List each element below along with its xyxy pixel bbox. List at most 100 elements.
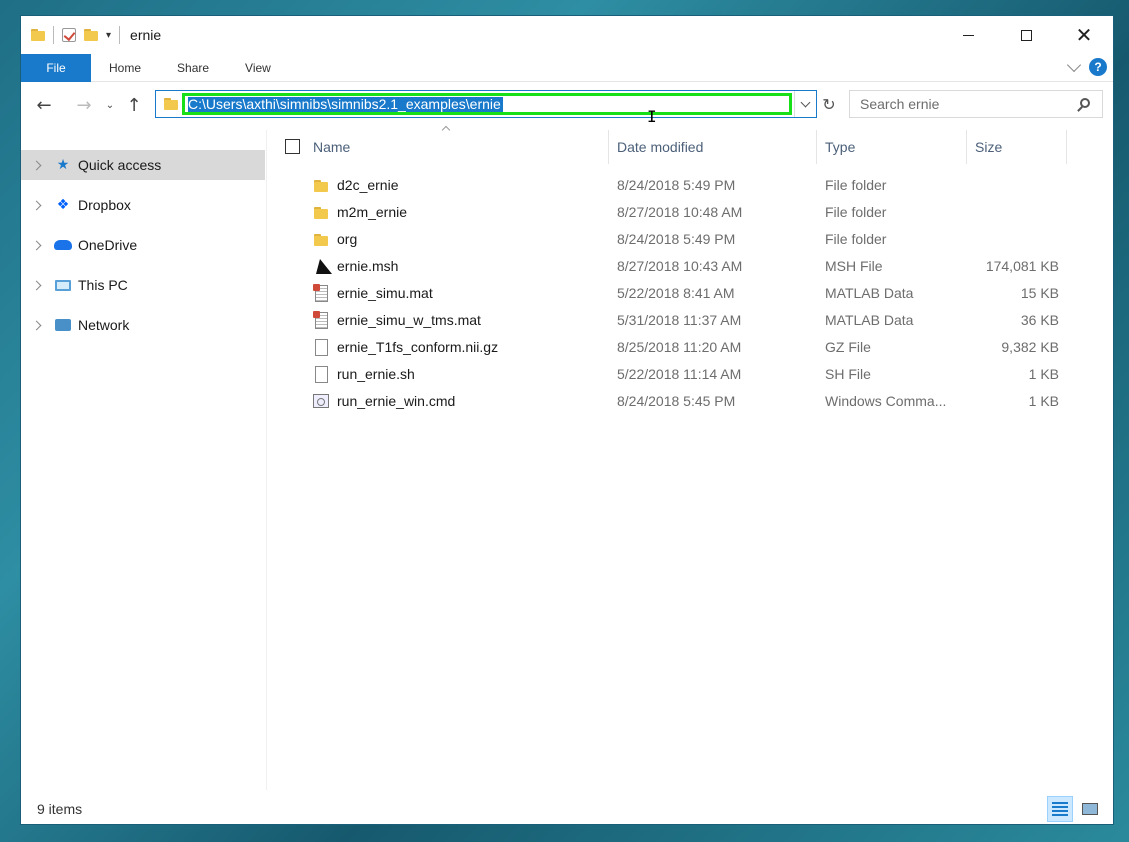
file-type: Windows Comma... bbox=[825, 393, 947, 409]
search-box[interactable] bbox=[849, 90, 1103, 118]
nav-item-network[interactable]: Network bbox=[21, 310, 266, 340]
column-header-size[interactable]: Size bbox=[967, 130, 1067, 164]
file-type: File folder bbox=[825, 204, 887, 220]
column-header-date-modified[interactable]: Date modified bbox=[609, 130, 817, 164]
file-row[interactable]: ernie_simu.mat 5/22/2018 8:41 AM MATLAB … bbox=[277, 280, 1107, 307]
navigation-bar: ← → ⌄ ↑ C:\Users\axthi\simnibs\simnibs2.… bbox=[21, 88, 1113, 122]
file-size: 36 KB bbox=[1020, 312, 1059, 328]
window-title: ernie bbox=[130, 27, 162, 43]
file-name: ernie_simu.mat bbox=[337, 285, 433, 301]
file-type: File folder bbox=[825, 231, 887, 247]
search-input[interactable] bbox=[860, 96, 1070, 112]
file-row[interactable]: run_ernie.sh 5/22/2018 11:14 AM SH File … bbox=[277, 361, 1107, 388]
window-controls: ✕ bbox=[939, 16, 1113, 54]
file-type: GZ File bbox=[825, 339, 871, 355]
expand-chevron-icon[interactable] bbox=[31, 320, 42, 330]
dropbox-icon: ❖ bbox=[56, 197, 70, 213]
nav-item-this-pc[interactable]: This PC bbox=[21, 270, 266, 300]
chevron-down-icon bbox=[800, 97, 811, 107]
help-icon[interactable]: ? bbox=[1089, 58, 1107, 76]
address-dropdown-button[interactable] bbox=[794, 91, 816, 117]
matlab-file-icon bbox=[313, 284, 328, 302]
file-name: run_ernie_win.cmd bbox=[337, 393, 456, 409]
file-row[interactable]: run_ernie_win.cmd 8/24/2018 5:45 PM Wind… bbox=[277, 388, 1107, 415]
file-date: 8/24/2018 5:49 PM bbox=[617, 177, 736, 193]
nav-item-quick-access[interactable]: ★ Quick access bbox=[21, 150, 265, 180]
file-date: 5/22/2018 11:14 AM bbox=[617, 366, 742, 382]
minimize-button[interactable] bbox=[939, 16, 997, 54]
customize-dropdown-icon[interactable]: ▾ bbox=[106, 30, 111, 41]
nav-item-label: Quick access bbox=[78, 157, 162, 173]
select-all-checkbox[interactable] bbox=[285, 139, 300, 154]
up-arrow-icon: ↑ bbox=[126, 94, 142, 116]
file-row[interactable]: m2m_ernie 8/27/2018 10:48 AM File folder bbox=[277, 199, 1107, 226]
tab-share[interactable]: Share bbox=[159, 61, 227, 75]
file-row[interactable]: ernie.msh 8/27/2018 10:43 AM MSH File 17… bbox=[277, 253, 1107, 280]
file-row[interactable]: d2c_ernie 8/24/2018 5:49 PM File folder bbox=[277, 172, 1107, 199]
network-icon bbox=[55, 319, 71, 331]
tab-home[interactable]: Home bbox=[91, 61, 159, 75]
file-size: 15 KB bbox=[1020, 285, 1059, 301]
file-date: 8/27/2018 10:43 AM bbox=[617, 258, 743, 274]
star-icon: ★ bbox=[56, 157, 70, 173]
nav-item-onedrive[interactable]: OneDrive bbox=[21, 230, 266, 260]
onedrive-icon-wrap bbox=[54, 237, 72, 253]
expand-ribbon-icon[interactable] bbox=[1066, 57, 1082, 73]
file-row[interactable]: org 8/24/2018 5:49 PM File folder bbox=[277, 226, 1107, 253]
file-name: run_ernie.sh bbox=[337, 366, 415, 382]
tab-file[interactable]: File bbox=[21, 53, 91, 82]
file-name: ernie_simu_w_tms.mat bbox=[337, 312, 481, 328]
file-size: 9,382 KB bbox=[1001, 339, 1059, 355]
file-date: 5/31/2018 11:37 AM bbox=[617, 312, 742, 328]
expand-chevron-icon[interactable] bbox=[31, 280, 42, 290]
expand-chevron-icon[interactable] bbox=[31, 200, 42, 210]
forward-button[interactable]: → bbox=[71, 92, 97, 118]
nav-item-dropbox[interactable]: ❖ Dropbox bbox=[21, 190, 266, 220]
ribbon-right-controls: ? bbox=[1066, 57, 1107, 76]
folder-icon bbox=[314, 207, 328, 219]
column-header-label: Date modified bbox=[617, 139, 704, 155]
recent-locations-button[interactable]: ⌄ bbox=[101, 92, 119, 118]
nav-item-label: OneDrive bbox=[78, 237, 138, 253]
file-type: MATLAB Data bbox=[825, 312, 914, 328]
file-explorer-window: ▾ ernie ✕ File Home Share View ? ← → ⌄ ↑… bbox=[20, 15, 1114, 825]
file-size bbox=[967, 226, 1059, 253]
column-header-type[interactable]: Type bbox=[817, 130, 967, 164]
address-selection-highlight: C:\Users\axthi\simnibs\simnibs2.1_exampl… bbox=[182, 93, 792, 115]
details-view-button[interactable] bbox=[1047, 796, 1073, 822]
file-size bbox=[967, 172, 1059, 199]
file-size: 1 KB bbox=[1028, 366, 1059, 382]
file-size: 174,081 KB bbox=[985, 258, 1059, 274]
new-folder-icon[interactable] bbox=[84, 29, 98, 41]
close-button[interactable]: ✕ bbox=[1055, 16, 1113, 54]
column-header-name[interactable]: Name bbox=[305, 130, 609, 164]
file-type: SH File bbox=[825, 366, 871, 382]
minimize-icon bbox=[962, 34, 974, 36]
ribbon-tabs: File Home Share View ? bbox=[21, 53, 1113, 82]
address-path[interactable]: C:\Users\axthi\simnibs\simnibs2.1_exampl… bbox=[188, 97, 503, 112]
status-bar: 9 items bbox=[21, 794, 1113, 824]
column-header-label: Type bbox=[825, 139, 856, 155]
tab-view[interactable]: View bbox=[227, 61, 289, 75]
maximize-button[interactable] bbox=[997, 16, 1055, 54]
file-name: m2m_ernie bbox=[337, 204, 408, 220]
column-header-label: Name bbox=[313, 139, 351, 155]
network-icon-wrap bbox=[54, 317, 72, 333]
details-view-icon bbox=[1052, 802, 1068, 816]
navigation-pane: ★ Quick access ❖ Dropbox OneDrive This P… bbox=[21, 130, 267, 790]
toolbar-divider bbox=[53, 26, 54, 44]
file-name: ernie.msh bbox=[337, 258, 399, 274]
refresh-button[interactable]: ↻ bbox=[818, 90, 840, 118]
up-button[interactable]: ↑ bbox=[121, 92, 147, 118]
file-type: MSH File bbox=[825, 258, 883, 274]
back-button[interactable]: ← bbox=[31, 92, 57, 118]
expand-chevron-icon[interactable] bbox=[31, 160, 42, 170]
large-icons-view-button[interactable] bbox=[1077, 796, 1103, 822]
expand-chevron-icon[interactable] bbox=[31, 240, 42, 250]
nav-item-label: Dropbox bbox=[78, 197, 131, 213]
file-row[interactable]: ernie_simu_w_tms.mat 5/31/2018 11:37 AM … bbox=[277, 307, 1107, 334]
properties-icon[interactable] bbox=[62, 28, 76, 42]
file-name: d2c_ernie bbox=[337, 177, 399, 193]
file-row[interactable]: ernie_T1fs_conform.nii.gz 8/25/2018 11:2… bbox=[277, 334, 1107, 361]
address-bar[interactable]: C:\Users\axthi\simnibs\simnibs2.1_exampl… bbox=[155, 90, 817, 118]
